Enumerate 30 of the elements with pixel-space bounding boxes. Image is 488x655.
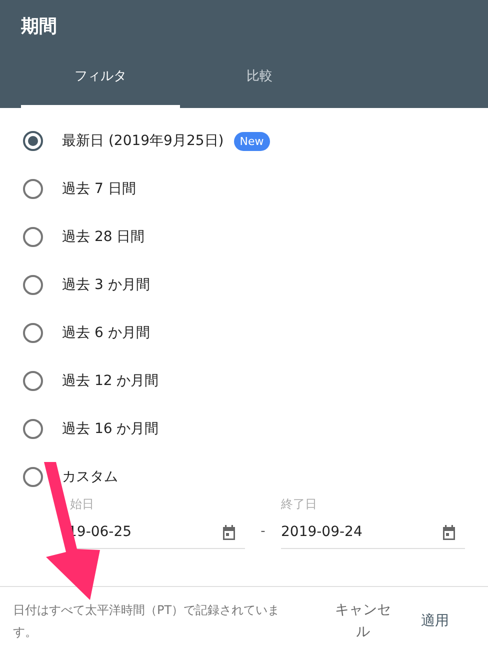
tab[interactable]: 比較 [180, 52, 339, 108]
new-badge: New [234, 132, 270, 150]
option-label: 過去 3 か月間 [62, 276, 150, 294]
field-label: 始日 [69, 496, 95, 513]
apply-button[interactable]: 適用 [415, 610, 455, 630]
date-value: 2019-09-24 [281, 524, 362, 540]
cancel-button[interactable]: キャンセル [327, 598, 399, 644]
option-label: 過去 7 日間 [62, 180, 136, 198]
radio-button[interactable] [23, 467, 43, 487]
option-label: 過去 16 か月間 [62, 420, 159, 438]
option-label: 過去 28 日間 [62, 228, 145, 246]
radio-button[interactable] [23, 323, 43, 343]
radio-button[interactable] [23, 131, 43, 151]
radio-button[interactable] [23, 275, 43, 295]
radio-button[interactable] [23, 419, 43, 439]
field-label: 終了日 [281, 496, 318, 513]
option-label: 最新日 (2019年9月25日) [62, 132, 224, 150]
tab[interactable]: フィルタ [21, 52, 180, 108]
range-dash: - [260, 524, 266, 541]
option-label: 過去 6 か月間 [62, 324, 150, 342]
calendar-icon[interactable] [441, 524, 457, 540]
radio-button[interactable] [23, 371, 43, 391]
radio-button[interactable] [23, 227, 43, 247]
dialog-title: 期間 [20, 15, 58, 39]
option-label: 過去 12 か月間 [62, 372, 159, 390]
timezone-note: 日付はすべて太平洋時間（PT）で記録されています。 [13, 602, 281, 640]
calendar-icon[interactable] [221, 524, 237, 540]
date-field[interactable]: 終了日 2019-09-24 [281, 496, 465, 549]
radio-button[interactable] [23, 179, 43, 199]
option-label: カスタム [62, 468, 118, 486]
